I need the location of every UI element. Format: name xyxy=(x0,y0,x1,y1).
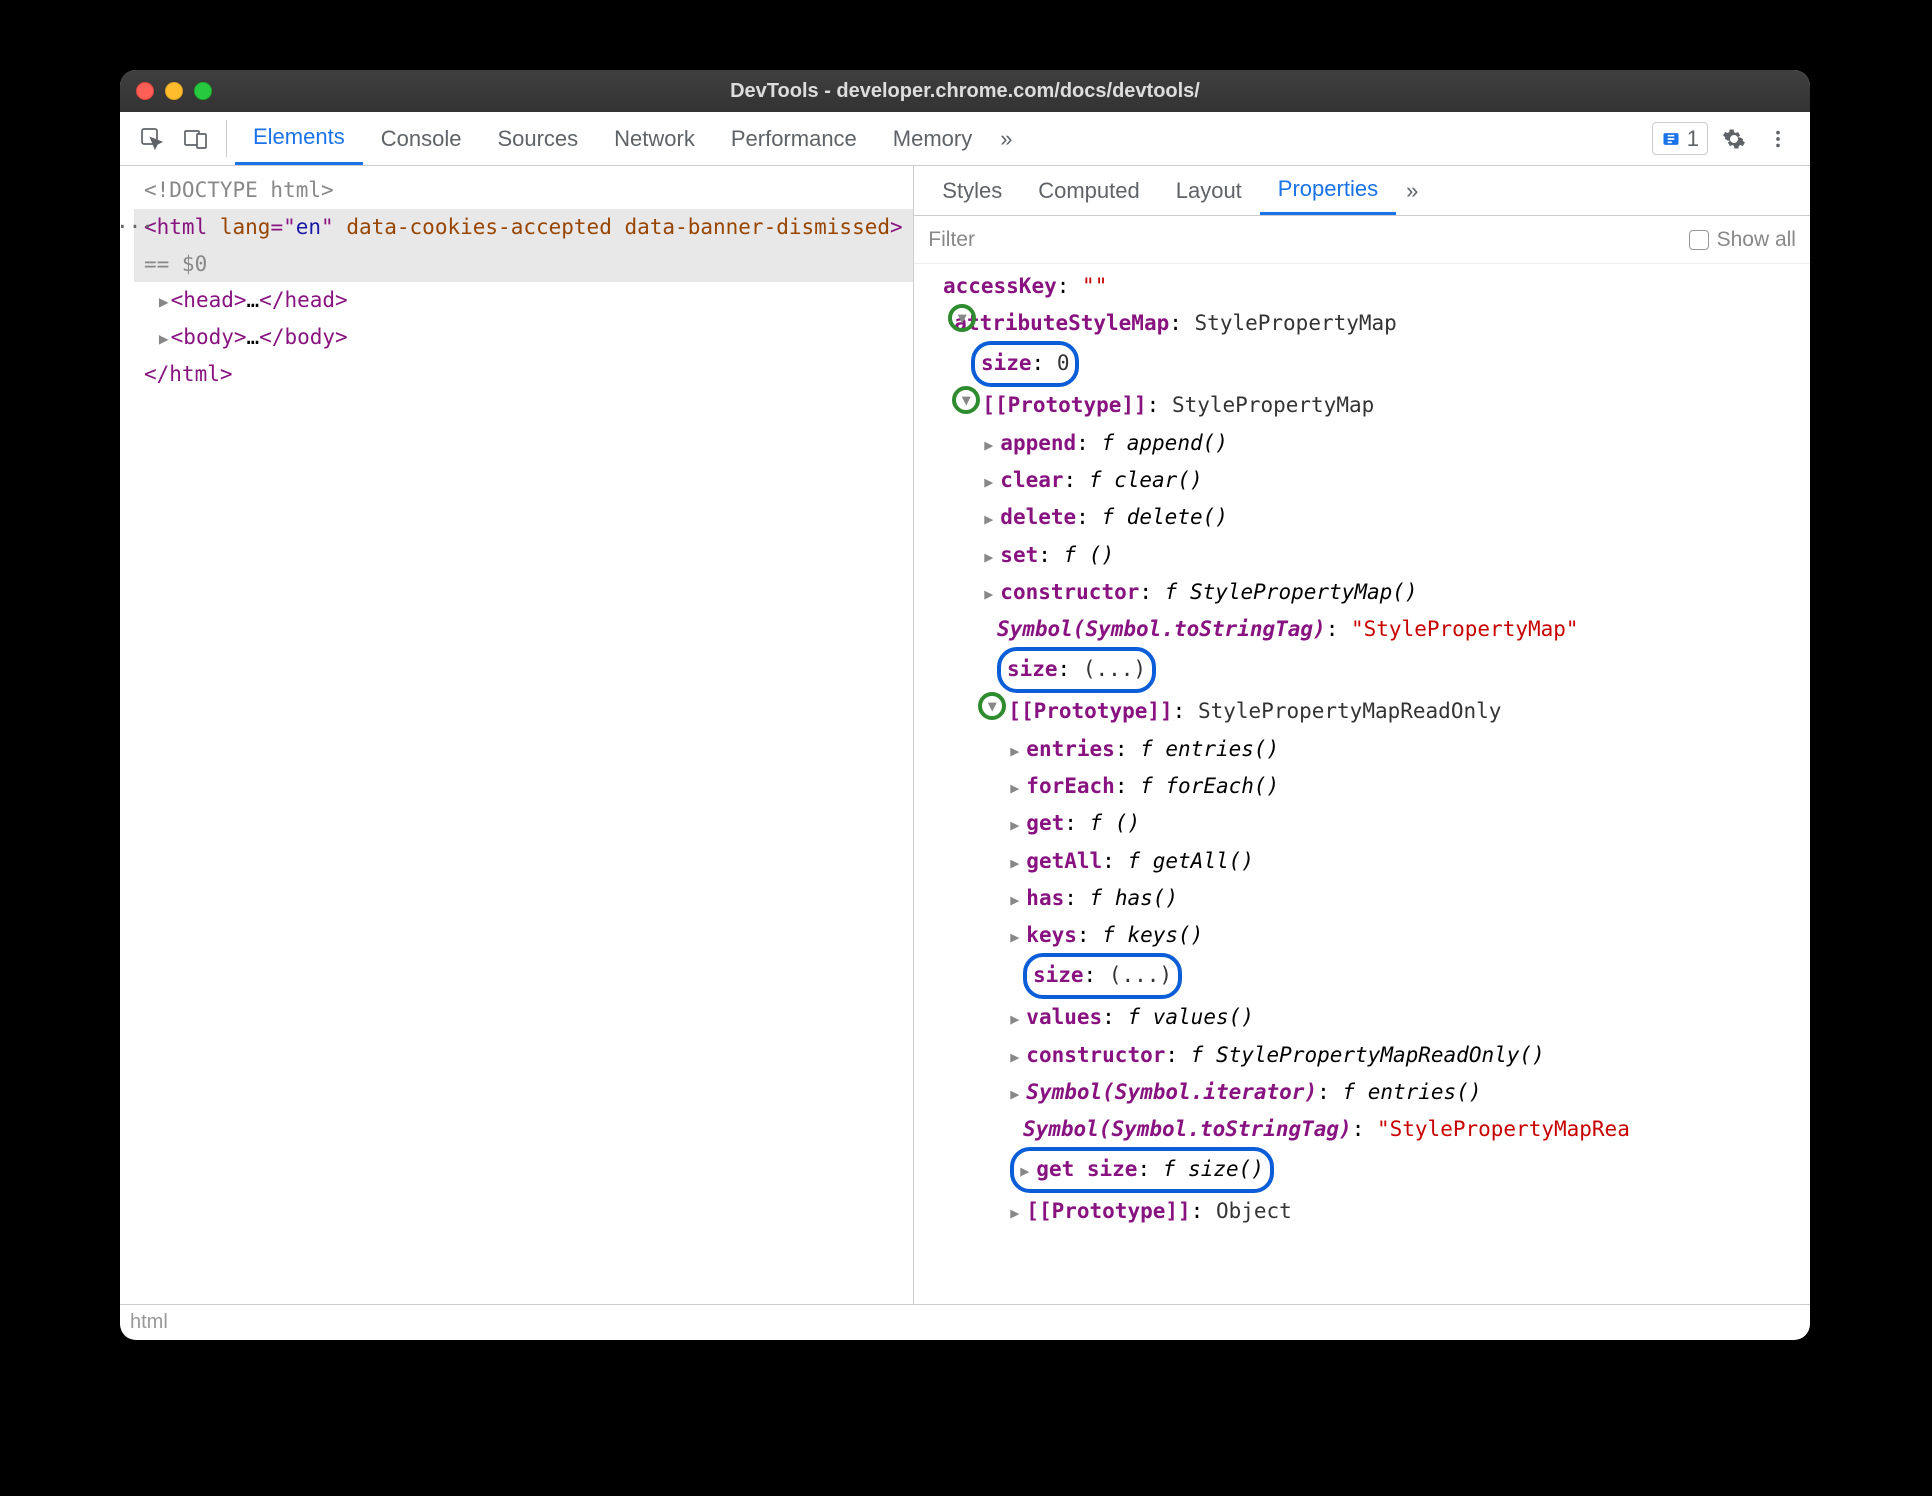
more-tabs-button[interactable]: » xyxy=(990,112,1022,165)
prop-constructor-2[interactable]: ▶constructor: f StylePropertyMapReadOnly… xyxy=(924,1037,1810,1074)
issues-button[interactable]: 1 xyxy=(1652,122,1708,155)
tab-network[interactable]: Network xyxy=(596,112,713,165)
prop-attributestylemap[interactable]: attributeStyleMap: StylePropertyMap xyxy=(924,305,1810,342)
settings-icon[interactable] xyxy=(1712,112,1756,165)
tab-console[interactable]: Console xyxy=(363,112,480,165)
prop-get-size[interactable]: ▶get size: f size() xyxy=(924,1149,1810,1193)
prop-size-ellipsis[interactable]: size: (...) xyxy=(924,649,1810,693)
prop-has[interactable]: ▶has: f has() xyxy=(924,880,1810,917)
head-element-row[interactable]: ▶<head>…</head> xyxy=(134,282,913,319)
prop-symbol-tostring[interactable]: Symbol(Symbol.toStringTag): "StyleProper… xyxy=(924,611,1810,648)
tab-properties[interactable]: Properties xyxy=(1260,166,1396,215)
filter-bar: Filter Show all xyxy=(914,216,1810,264)
prop-symbol-iterator[interactable]: ▶Symbol(Symbol.iterator): f entries() xyxy=(924,1074,1810,1111)
device-toolbar-icon[interactable] xyxy=(174,112,218,165)
prop-prototype[interactable]: [[Prototype]]: StylePropertyMap xyxy=(924,387,1810,424)
prop-accesskey[interactable]: accessKey: "" xyxy=(924,268,1810,305)
prop-constructor[interactable]: ▶constructor: f StylePropertyMap() xyxy=(924,574,1810,611)
prop-append[interactable]: ▶append: f append() xyxy=(924,425,1810,462)
prop-get[interactable]: ▶get: f () xyxy=(924,805,1810,842)
doctype: <!DOCTYPE html> xyxy=(144,178,334,202)
prop-getall[interactable]: ▶getAll: f getAll() xyxy=(924,843,1810,880)
sidebar-tabs: Styles Computed Layout Properties » xyxy=(914,166,1810,216)
properties-tree[interactable]: accessKey: "" attributeStyleMap: StylePr… xyxy=(914,264,1810,1304)
inspect-element-icon[interactable] xyxy=(130,112,174,165)
filter-input[interactable]: Filter xyxy=(928,228,975,252)
prop-foreach[interactable]: ▶forEach: f forEach() xyxy=(924,768,1810,805)
dom-tree[interactable]: <!DOCTYPE html> <html lang="en" data-coo… xyxy=(120,166,914,1304)
titlebar: DevTools - developer.chrome.com/docs/dev… xyxy=(120,70,1810,112)
window-controls xyxy=(136,82,212,100)
prop-values[interactable]: ▶values: f values() xyxy=(924,999,1810,1036)
more-sidebar-tabs[interactable]: » xyxy=(1396,166,1428,215)
tab-elements[interactable]: Elements xyxy=(235,112,363,165)
breadcrumb[interactable]: html xyxy=(120,1304,1810,1340)
html-element-row[interactable]: <html lang="en" data-cookies-accepted da… xyxy=(134,209,913,283)
prop-entries[interactable]: ▶entries: f entries() xyxy=(924,731,1810,768)
show-all-checkbox[interactable] xyxy=(1689,230,1709,250)
html-close: </html> xyxy=(144,362,233,386)
tab-computed[interactable]: Computed xyxy=(1020,166,1158,215)
prop-size-ellipsis-2[interactable]: size: (...) xyxy=(924,955,1810,999)
prop-prototype-3[interactable]: ▶[[Prototype]]: Object xyxy=(924,1193,1810,1230)
issues-count: 1 xyxy=(1687,126,1699,152)
prop-size[interactable]: size: 0 xyxy=(924,343,1810,387)
tab-memory[interactable]: Memory xyxy=(875,112,990,165)
main-toolbar: Elements Console Sources Network Perform… xyxy=(120,112,1810,166)
tab-sources[interactable]: Sources xyxy=(479,112,596,165)
prop-set[interactable]: ▶set: f () xyxy=(924,537,1810,574)
window-title: DevTools - developer.chrome.com/docs/dev… xyxy=(120,80,1810,103)
devtools-window: DevTools - developer.chrome.com/docs/dev… xyxy=(120,70,1810,1340)
panel-tabs: Elements Console Sources Network Perform… xyxy=(235,112,990,165)
body-element-row[interactable]: ▶<body>…</body> xyxy=(134,319,913,356)
prop-clear[interactable]: ▶clear: f clear() xyxy=(924,462,1810,499)
maximize-window-button[interactable] xyxy=(194,82,212,100)
show-all-label: Show all xyxy=(1717,228,1796,252)
close-window-button[interactable] xyxy=(136,82,154,100)
prop-prototype-2[interactable]: [[Prototype]]: StylePropertyMapReadOnly xyxy=(924,693,1810,730)
breadcrumb-html[interactable]: html xyxy=(130,1311,168,1334)
minimize-window-button[interactable] xyxy=(165,82,183,100)
prop-symbol-tostring-2[interactable]: Symbol(Symbol.toStringTag): "StyleProper… xyxy=(924,1111,1810,1148)
tab-layout[interactable]: Layout xyxy=(1158,166,1260,215)
prop-delete[interactable]: ▶delete: f delete() xyxy=(924,499,1810,536)
kebab-menu-icon[interactable] xyxy=(1756,112,1800,165)
tab-performance[interactable]: Performance xyxy=(713,112,875,165)
tab-styles[interactable]: Styles xyxy=(924,166,1020,215)
prop-keys[interactable]: ▶keys: f keys() xyxy=(924,917,1810,954)
